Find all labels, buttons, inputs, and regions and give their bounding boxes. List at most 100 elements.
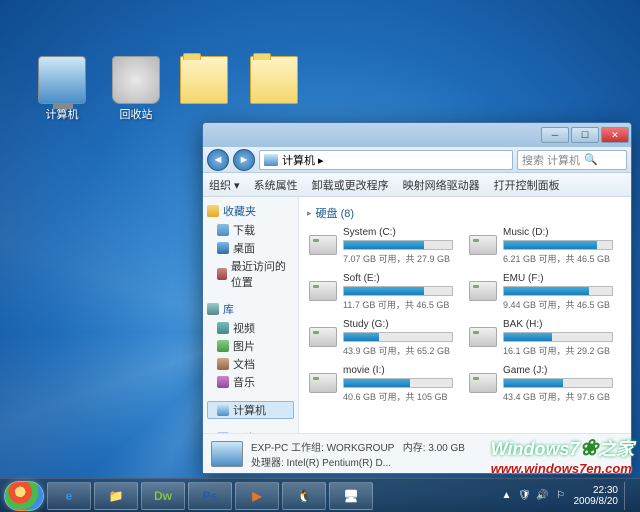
toolbar-item-4[interactable]: 打开控制面板 [494, 177, 560, 193]
toolbar-item-2[interactable]: 卸载或更改程序 [312, 177, 389, 193]
folder2-icon [250, 56, 298, 104]
sidebar-item-lib-2[interactable]: 文档 [207, 355, 294, 373]
sidebar-item-lib-3[interactable]: 音乐 [207, 373, 294, 391]
explorer-icon: 📁 [109, 489, 124, 503]
drive-stat: 16.1 GB 可用，共 29.2 GB [503, 344, 613, 357]
address-field[interactable]: 计算机 ▸ [259, 150, 513, 170]
drive-item[interactable]: System (C:)7.07 GB 可用，共 27.9 GB [307, 225, 455, 267]
tray-icon-2[interactable]: 🔊 [536, 489, 550, 503]
drive-stat: 6.21 GB 可用，共 46.5 GB [503, 252, 613, 265]
drive-capacity-bar [343, 240, 453, 250]
drive-name: Music (D:) [503, 227, 613, 238]
window-titlebar[interactable]: ─ ☐ ✕ [203, 123, 631, 147]
qq-icon: 🐧 [297, 489, 312, 503]
drive-item[interactable]: BAK (H:) 16.1 GB 可用，共 29.2 GB [467, 317, 615, 359]
drive-capacity-bar [343, 378, 453, 388]
status-cpu: 处理器: Intel(R) Pentium(R) D... [251, 454, 465, 469]
toolbar-item-3[interactable]: 映射网络驱动器 [403, 177, 480, 193]
drive-name: Soft (E:) [343, 273, 453, 284]
drive-stat: 7.07 GB 可用，共 27.9 GB [343, 252, 453, 265]
desktop-icon-recycle-bin[interactable]: 回收站 [104, 56, 168, 122]
status-pc-name: EXP-PC 工作组: WORKGROUP [251, 443, 394, 454]
desktop-icon-folder1[interactable] [172, 56, 236, 106]
drive-name: Study (G:) [343, 319, 453, 330]
taskbar-clock[interactable]: 22:30 2009/8/20 [574, 485, 619, 507]
tray-icon-1[interactable]: 🛡 [518, 489, 532, 503]
drive-stat: 9.44 GB 可用，共 46.5 GB [503, 298, 613, 311]
tray-icon-0[interactable]: ▲ [500, 489, 514, 503]
sidebar-item-lib-1[interactable]: 图片 [207, 337, 294, 355]
drive-capacity-bar [503, 240, 613, 250]
taskbar-item-dreamweaver[interactable]: Dw [141, 482, 185, 510]
drive-capacity-bar [503, 332, 613, 342]
desktop-icon-folder2[interactable] [242, 56, 306, 106]
taskbar-item-photoshop[interactable]: Ps [188, 482, 232, 510]
drive-capacity-bar [343, 286, 453, 296]
dreamweaver-icon: Dw [154, 489, 172, 503]
sidebar-item-fav-0[interactable]: 下载 [207, 221, 294, 239]
folder1-icon [180, 56, 228, 104]
search-placeholder: 搜索 计算机 [522, 152, 580, 168]
ie-icon: e [66, 489, 73, 503]
drive-name: BAK (H:) [503, 319, 613, 330]
drive-icon [469, 235, 497, 255]
drive-icon [309, 235, 337, 255]
status-mem-value: 3.00 GB [428, 443, 465, 454]
toolbar-item-0[interactable]: 组织 ▾ [209, 177, 240, 193]
folder-icon [217, 224, 229, 236]
computer-icon [264, 154, 278, 166]
drive-item[interactable]: EMU (F:)9.44 GB 可用，共 46.5 GB [467, 271, 615, 313]
star-icon [207, 205, 219, 217]
drive-icon [309, 281, 337, 301]
folder-icon [217, 340, 229, 352]
sidebar-libraries-header[interactable]: 库 [207, 301, 294, 317]
address-bar: ◄ ► 计算机 ▸ 搜索 计算机 🔍 [203, 147, 631, 173]
drive-item[interactable]: movie (I:)40.6 GB 可用，共 105 GB [307, 363, 455, 405]
start-button[interactable] [4, 481, 44, 511]
taskbar: e 📁 Dw Ps▶ 🐧 🖥 ▲ 🛡 🔊 ⚐ 22:30 2009/8/20 [0, 478, 640, 512]
back-button[interactable]: ◄ [207, 149, 229, 171]
drive-item[interactable]: Game (J:)43.4 GB 可用，共 97.6 GB [467, 363, 615, 405]
address-text: 计算机 ▸ [282, 152, 324, 168]
taskbar-item-explorer[interactable]: 📁 [94, 482, 138, 510]
search-field[interactable]: 搜索 计算机 🔍 [517, 150, 627, 170]
taskbar-item-media[interactable]: ▶ [235, 482, 279, 510]
toolbar-item-1[interactable]: 系统属性 [254, 177, 298, 193]
drives-section-header[interactable]: 硬盘 (8) [307, 203, 623, 225]
tray-icon-3[interactable]: ⚐ [554, 489, 568, 503]
explorer-window: ─ ☐ ✕ ◄ ► 计算机 ▸ 搜索 计算机 🔍 组织 ▾ 系统属性卸载或更改程序… [202, 122, 632, 474]
sidebar-item-fav-1[interactable]: 桌面 [207, 239, 294, 257]
show-desktop-button[interactable] [624, 482, 632, 510]
folder-icon [217, 358, 229, 370]
maximize-button[interactable]: ☐ [571, 127, 599, 143]
taskbar-item-ie[interactable]: e [47, 482, 91, 510]
drive-item[interactable]: Soft (E:)11.7 GB 可用，共 46.5 GB [307, 271, 455, 313]
desktop-icon-computer[interactable]: 计算机 [30, 56, 94, 122]
drive-item[interactable]: Music (D:) 6.21 GB 可用，共 46.5 GB [467, 225, 615, 267]
drive-name: movie (I:) [343, 365, 453, 376]
folder-icon [217, 268, 227, 280]
computer-icon [38, 56, 86, 104]
drive-capacity-bar [503, 378, 613, 388]
drive-icon [469, 327, 497, 347]
computer-win-icon: 🖥 [343, 489, 358, 503]
sidebar-item-lib-0[interactable]: 视频 [207, 319, 294, 337]
forward-button[interactable]: ► [233, 149, 255, 171]
close-button[interactable]: ✕ [601, 127, 629, 143]
status-bar: EXP-PC 工作组: WORKGROUP 内存: 3.00 GB 处理器: I… [203, 433, 631, 473]
sidebar-item-computer[interactable]: 计算机 [207, 401, 294, 419]
sidebar-favorites-header[interactable]: 收藏夹 [207, 203, 294, 219]
drive-icon [309, 327, 337, 347]
status-mem-label: 内存: [403, 443, 426, 454]
library-icon [207, 303, 219, 315]
system-tray: ▲ 🛡 🔊 ⚐ 22:30 2009/8/20 [500, 482, 637, 510]
minimize-button[interactable]: ─ [541, 127, 569, 143]
sidebar-item-fav-2[interactable]: 最近访问的位置 [207, 257, 294, 291]
sidebar: 收藏夹 下载桌面最近访问的位置 库 视频图片文档音乐 计算机 网络 [203, 197, 299, 433]
recycle-bin-icon [112, 56, 160, 104]
drive-item[interactable]: Study (G:)43.9 GB 可用，共 65.2 GB [307, 317, 455, 359]
taskbar-item-qq[interactable]: 🐧 [282, 482, 326, 510]
taskbar-item-computer-win[interactable]: 🖥 [329, 482, 373, 510]
computer-icon [217, 404, 229, 416]
drive-icon [469, 373, 497, 393]
